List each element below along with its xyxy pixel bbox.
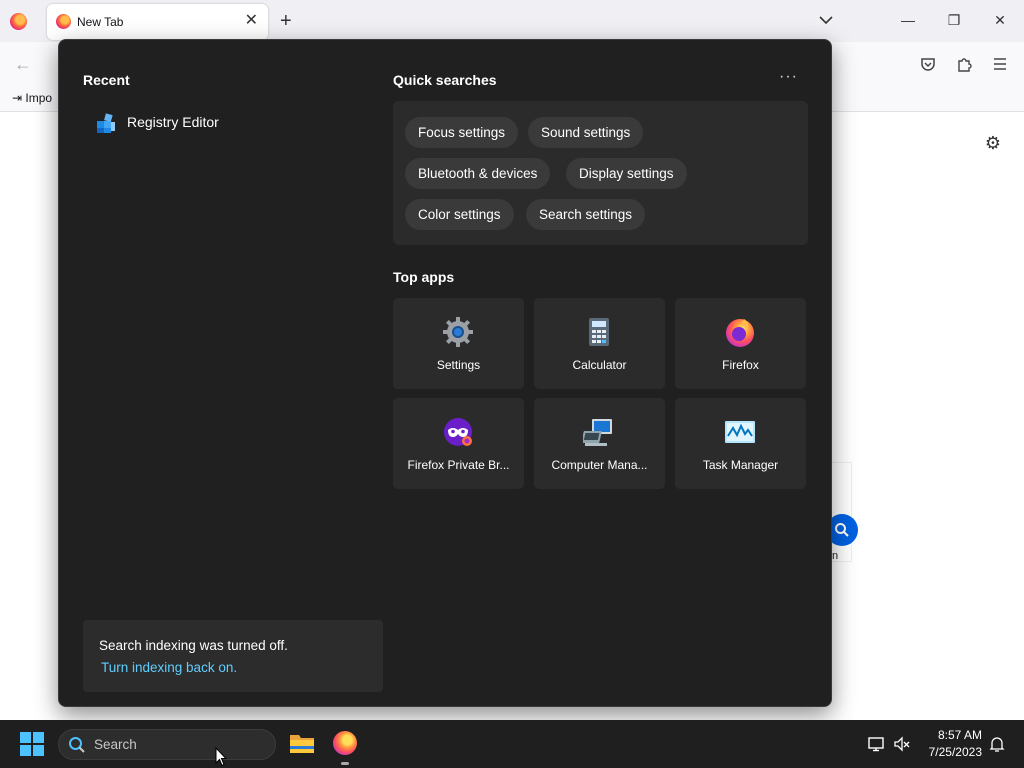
pocket-icon[interactable]: [918, 54, 938, 74]
taskbar-search-placeholder: Search: [94, 737, 137, 752]
windows-start-icon[interactable]: [20, 732, 44, 756]
tab-bar: New Tab ✕ + — ❐ ✕: [0, 0, 1024, 42]
new-tab-button[interactable]: +: [280, 9, 292, 33]
search-flyout: Recent Registry Editor Quick searches ··…: [58, 39, 832, 707]
taskbar-firefox-icon[interactable]: [333, 731, 357, 755]
indexing-message: Search indexing was turned off.: [99, 638, 288, 653]
app-tile-computer-management[interactable]: Computer Mana...: [534, 398, 665, 489]
app-label: Computer Mana...: [551, 458, 648, 472]
extensions-icon[interactable]: [954, 54, 974, 74]
firefox-tab-icon: [56, 14, 71, 29]
quick-search-bluetooth-devices[interactable]: Bluetooth & devices: [405, 158, 551, 189]
more-options-icon[interactable]: ···: [779, 68, 798, 86]
calculator-icon: [589, 318, 609, 346]
import-bookmarks-label: Impo: [25, 91, 53, 105]
gear-icon[interactable]: ⚙: [983, 133, 1003, 153]
running-indicator: [341, 762, 349, 765]
quick-search-sound-settings[interactable]: Sound settings: [528, 117, 644, 148]
quick-searches-panel: Focus settings Sound settings Bluetooth …: [393, 101, 808, 245]
clock-time[interactable]: 8:57 AM: [930, 728, 982, 742]
notification-bell-icon[interactable]: [988, 735, 1006, 753]
quick-searches-title: Quick searches: [393, 72, 497, 88]
file-explorer-icon[interactable]: [289, 732, 315, 754]
back-button[interactable]: ←: [14, 54, 32, 74]
task-manager-icon: [725, 421, 755, 443]
quick-search-color-settings[interactable]: Color settings: [405, 199, 514, 230]
network-icon[interactable]: [867, 735, 885, 753]
app-tile-firefox-private[interactable]: Firefox Private Br...: [393, 398, 524, 489]
app-label: Calculator: [572, 358, 627, 372]
app-tile-firefox[interactable]: Firefox: [675, 298, 806, 389]
firefox-view-icon[interactable]: [10, 13, 27, 30]
app-label: Task Manager: [702, 458, 779, 472]
close-window-button[interactable]: ✕: [990, 10, 1010, 30]
app-tile-settings[interactable]: Settings: [393, 298, 524, 389]
partial-label: n: [832, 550, 839, 562]
registry-editor-icon: [97, 113, 115, 133]
turn-indexing-on-link[interactable]: Turn indexing back on.: [101, 660, 237, 675]
search-card: [832, 462, 852, 562]
recent-title: Recent: [83, 72, 130, 88]
quick-search-display-settings[interactable]: Display settings: [566, 158, 687, 189]
firefox-icon: [726, 319, 754, 347]
volume-muted-icon[interactable]: [893, 735, 911, 753]
firefox-private-icon: [444, 418, 472, 446]
settings-icon: [443, 317, 473, 347]
app-tile-calculator[interactable]: Calculator: [534, 298, 665, 389]
tab-title: New Tab: [77, 15, 124, 29]
chevron-down-icon[interactable]: [817, 11, 835, 29]
recent-item-label: Registry Editor: [127, 114, 219, 130]
quick-search-focus-settings[interactable]: Focus settings: [405, 117, 519, 148]
tab-new-tab[interactable]: New Tab ✕: [47, 4, 268, 40]
minimize-button[interactable]: —: [898, 10, 918, 30]
clock-date[interactable]: 7/25/2023: [918, 745, 982, 759]
computer-management-icon: [583, 419, 612, 446]
mouse-cursor-icon: [215, 747, 227, 767]
import-bookmarks-link[interactable]: ⇥ Impo: [12, 91, 52, 105]
quick-search-search-settings[interactable]: Search settings: [526, 199, 646, 230]
restore-button[interactable]: ❐: [944, 10, 964, 30]
app-label: Settings: [436, 358, 481, 372]
menu-icon[interactable]: [990, 54, 1010, 74]
indexing-notice: Search indexing was turned off. Turn ind…: [83, 620, 383, 692]
search-icon: [69, 737, 85, 753]
app-tile-task-manager[interactable]: Task Manager: [675, 398, 806, 489]
app-label: Firefox: [722, 358, 759, 372]
top-apps-title: Top apps: [393, 269, 455, 285]
taskbar-search-box[interactable]: Search: [58, 729, 276, 760]
tab-close-icon[interactable]: ✕: [245, 12, 258, 30]
taskbar: Search 8:57 AM 7/25/2023: [0, 720, 1024, 768]
search-icon: [835, 523, 849, 537]
app-label: Firefox Private Br...: [407, 458, 510, 472]
